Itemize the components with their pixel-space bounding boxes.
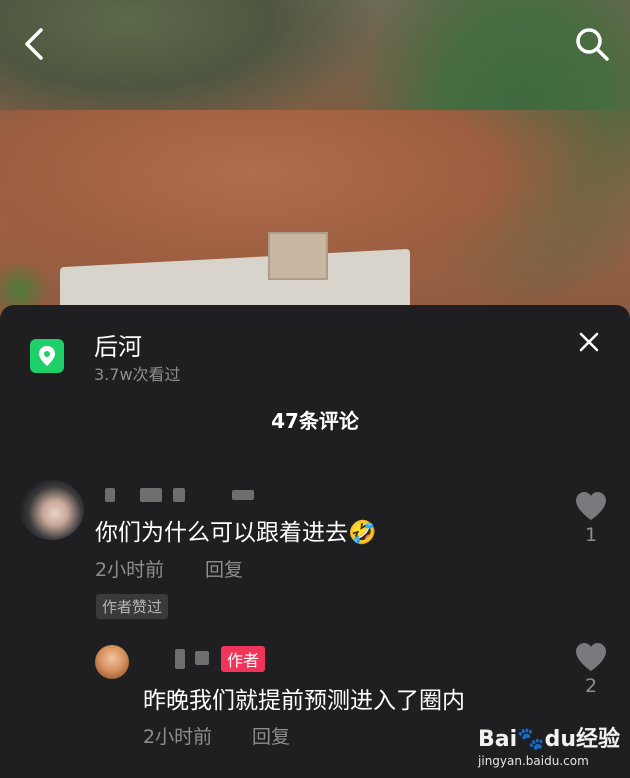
reply-text: 昨晚我们就提前预测进入了圈内: [143, 688, 465, 714]
heart-icon: [576, 492, 606, 520]
reply-button[interactable]: 回复: [205, 555, 243, 582]
like-count: 2: [584, 675, 598, 697]
location-pin-icon: [30, 339, 64, 373]
search-icon: [576, 28, 609, 61]
comments-panel: 后河 3.7w次看过 47条评论 你们为什么可以跟着进去🤣 2小时前 回复 作者…: [0, 305, 630, 778]
reply-time: 2小时前: [143, 726, 213, 748]
author-liked-tag: 作者赞过: [96, 594, 169, 619]
reply-button[interactable]: 回复: [252, 722, 290, 749]
video-background: [0, 0, 630, 320]
back-button[interactable]: [12, 22, 56, 66]
search-button[interactable]: [570, 22, 614, 66]
author-tag: 作者: [221, 646, 266, 672]
location-views: 3.7w次看过: [94, 365, 181, 384]
close-icon: [579, 332, 599, 352]
comment-time: 2小时前: [95, 559, 165, 581]
watermark: Bai🐾du经验 jingyan.baidu.com: [478, 721, 620, 768]
watermark-logo: Bai🐾du经验: [478, 727, 620, 752]
like-button[interactable]: [575, 491, 607, 521]
concrete-block: [268, 232, 328, 280]
close-button[interactable]: [574, 327, 604, 357]
comment-count: 47条评论: [271, 409, 359, 433]
reply-avatar[interactable]: [95, 645, 129, 679]
like-count: 1: [584, 524, 598, 546]
heart-icon: [576, 643, 606, 671]
back-arrow-icon: [25, 28, 43, 60]
like-button[interactable]: [575, 642, 607, 672]
watermark-url: jingyan.baidu.com: [478, 754, 589, 768]
location-name[interactable]: 后河: [94, 327, 142, 362]
comment-text: 你们为什么可以跟着进去🤣: [95, 520, 377, 546]
avatar[interactable]: [20, 480, 84, 540]
